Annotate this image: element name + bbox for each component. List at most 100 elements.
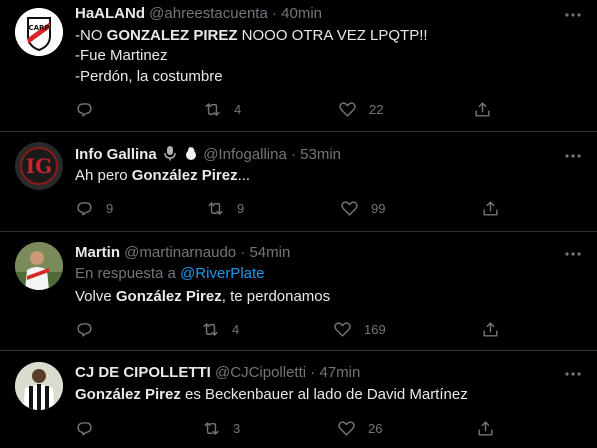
share-icon xyxy=(478,421,493,436)
text-segment: -Perdón, la costumbre xyxy=(75,68,223,85)
retweet-button[interactable]: 3 xyxy=(202,419,240,438)
tweet-text-line: -Fue Martinez xyxy=(75,46,168,66)
tweet-text-line: Ah pero González Pirez... xyxy=(75,166,250,186)
reply-button[interactable] xyxy=(75,320,106,339)
text-segment: -NO xyxy=(75,27,107,44)
retweet-icon xyxy=(205,103,220,116)
text-segment: Volve xyxy=(75,288,116,305)
text-segment-bold: GONZALEZ PIREZ xyxy=(106,27,238,44)
user-name[interactable]: Martin xyxy=(75,244,120,261)
more-options-icon[interactable] xyxy=(563,244,583,264)
text-segment-bold: González Pirez xyxy=(131,167,238,184)
reply-button[interactable] xyxy=(75,419,106,438)
user-handle[interactable]: @martinarnaudo xyxy=(124,244,236,261)
separator: · xyxy=(240,244,246,261)
share-button[interactable] xyxy=(473,100,492,119)
tweet-header: HaALANd @ahreestacuenta · 40min xyxy=(75,4,322,24)
timestamp[interactable]: 47min xyxy=(319,364,360,381)
more-options-icon[interactable] xyxy=(563,5,583,25)
reply-to-mention[interactable]: @RiverPlate xyxy=(180,265,264,282)
like-count: 22 xyxy=(369,102,384,117)
heart-icon xyxy=(341,201,358,216)
reply-icon xyxy=(77,103,92,117)
like-count: 169 xyxy=(364,322,386,337)
share-button[interactable] xyxy=(481,199,500,218)
heart-icon xyxy=(338,421,355,436)
avatar[interactable]: CARP xyxy=(15,8,63,56)
reply-icon xyxy=(77,202,92,216)
tweet-text-line: -NO GONZALEZ PIREZ NOOO OTRA VEZ LPQTP!! xyxy=(75,26,428,46)
like-button[interactable]: 26 xyxy=(337,419,382,438)
microphone-emoji-icon xyxy=(163,145,177,167)
tweet-text-line: González Pirez es Beckenbauer al lado de… xyxy=(75,385,468,405)
retweet-count: 3 xyxy=(233,421,241,436)
more-options-icon[interactable] xyxy=(563,364,583,384)
user-handle[interactable]: @Infogallina xyxy=(203,146,287,163)
separator: · xyxy=(271,5,277,22)
ig-logo-icon: IG xyxy=(15,142,63,190)
text-segment-bold: González Pirez xyxy=(75,386,181,403)
timestamp[interactable]: 53min xyxy=(300,146,341,163)
share-icon xyxy=(475,102,490,117)
retweet-button[interactable]: 4 xyxy=(203,100,241,119)
like-count: 99 xyxy=(371,201,386,216)
tweet[interactable]: CJ DE CIPOLLETTI @CJCipolletti · 47min G… xyxy=(0,351,597,448)
more-options-icon[interactable] xyxy=(563,146,583,166)
tweet-text-line: Volve González Pirez, te perdonamos xyxy=(75,287,330,307)
reply-context: En respuesta a @RiverPlate xyxy=(75,264,265,284)
share-button[interactable] xyxy=(481,320,500,339)
reply-button[interactable] xyxy=(75,100,106,119)
reply-count: 9 xyxy=(106,201,114,216)
player-photo-icon xyxy=(15,242,63,290)
svg-text:IG: IG xyxy=(26,154,52,178)
retweet-button[interactable]: 4 xyxy=(201,320,239,339)
user-name[interactable]: CJ DE CIPOLLETTI xyxy=(75,364,211,381)
share-icon xyxy=(483,201,498,216)
tweet-text-line: -Perdón, la costumbre xyxy=(75,67,223,87)
reply-icon xyxy=(77,422,92,436)
text-segment: -Fue Martinez xyxy=(75,47,168,64)
like-count: 26 xyxy=(368,421,383,436)
like-button[interactable]: 169 xyxy=(333,320,386,339)
like-button[interactable]: 22 xyxy=(338,100,383,119)
avatar[interactable]: IG xyxy=(15,142,63,190)
text-segment: ... xyxy=(237,167,251,184)
user-handle[interactable]: @ahreestacuenta xyxy=(149,5,268,22)
reply-prefix: En respuesta a xyxy=(75,265,181,282)
share-button[interactable] xyxy=(476,419,495,438)
river-plate-crest-icon: CARP xyxy=(15,8,63,56)
retweet-count: 4 xyxy=(232,322,240,337)
retweet-icon xyxy=(208,202,223,215)
avatar[interactable] xyxy=(15,242,63,290)
retweet-count: 9 xyxy=(237,201,245,216)
rooster-emoji-icon xyxy=(183,145,199,167)
tweet-header: Info Gallina @Infogallina · 53min xyxy=(75,145,341,167)
text-segment: NOOO OTRA VEZ LPQTP!! xyxy=(237,27,428,44)
striped-jersey-player-icon xyxy=(15,362,63,410)
text-segment: Ah pero xyxy=(75,167,132,184)
heart-icon xyxy=(339,102,356,117)
user-handle[interactable]: @CJCipolletti xyxy=(215,364,306,381)
timestamp[interactable]: 40min xyxy=(281,5,322,22)
heart-icon xyxy=(334,322,351,337)
tweet-header: Martin @martinarnaudo · 54min xyxy=(75,243,290,263)
tweet[interactable]: CARP HaALANd @ahreestacuenta · 40min -NO… xyxy=(0,0,597,132)
like-button[interactable]: 99 xyxy=(340,199,385,218)
retweet-icon xyxy=(203,323,218,336)
text-segment-bold: González Pirez xyxy=(115,288,222,305)
reply-button[interactable]: 9 xyxy=(75,199,113,218)
text-segment: , te perdonamos xyxy=(221,288,331,305)
user-name[interactable]: Info Gallina xyxy=(75,146,157,163)
user-name[interactable]: HaALANd xyxy=(75,5,145,22)
retweet-button[interactable]: 9 xyxy=(206,199,244,218)
reply-icon xyxy=(77,323,92,337)
tweet[interactable]: Martin @martinarnaudo · 54min En respues… xyxy=(0,232,597,351)
svg-text:CARP: CARP xyxy=(28,24,49,32)
tweet[interactable]: IG Info Gallina @Infogallina · 53min Ah … xyxy=(0,132,597,232)
separator: · xyxy=(291,146,296,163)
avatar[interactable] xyxy=(15,362,63,410)
retweet-count: 4 xyxy=(234,102,242,117)
share-icon xyxy=(483,322,498,337)
timestamp[interactable]: 54min xyxy=(249,244,290,261)
tweet-header: CJ DE CIPOLLETTI @CJCipolletti · 47min xyxy=(75,363,360,383)
